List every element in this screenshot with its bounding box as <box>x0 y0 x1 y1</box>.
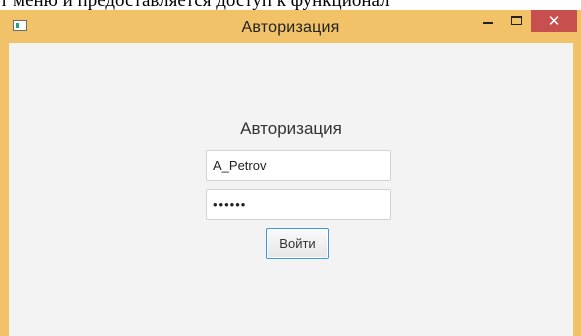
minimize-button[interactable] <box>474 10 502 32</box>
close-icon: ✕ <box>547 12 561 30</box>
form-heading: Авторизация <box>240 119 342 138</box>
login-input[interactable] <box>206 150 391 181</box>
login-button[interactable]: Войти <box>266 228 329 259</box>
password-input[interactable] <box>206 189 391 220</box>
minimize-icon <box>483 22 493 24</box>
close-button[interactable]: ✕ <box>531 10 577 32</box>
window-content: Авторизация Войти <box>9 43 573 336</box>
maximize-icon <box>510 15 522 25</box>
title-bar[interactable]: Авторизация ✕ <box>0 10 581 43</box>
maximize-button[interactable] <box>502 10 530 32</box>
login-window: Авторизация ✕ Авторизация Войти <box>0 10 581 336</box>
